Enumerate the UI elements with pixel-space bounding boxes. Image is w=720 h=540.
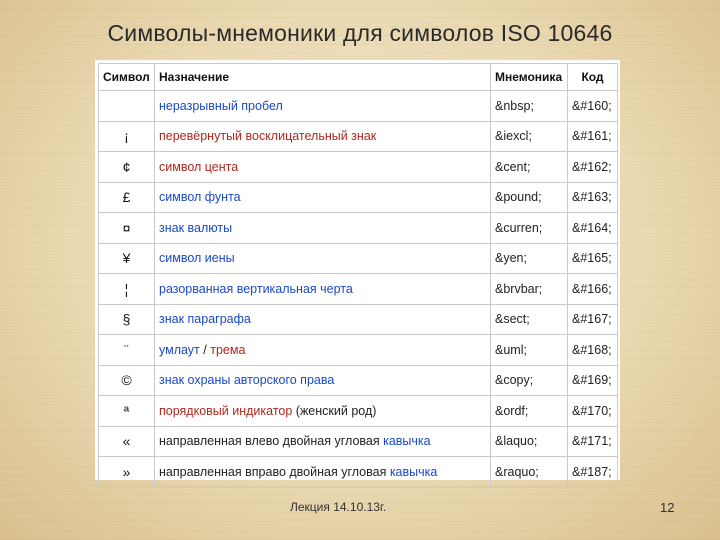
table-row: £ символ фунта &pound; &#163; xyxy=(98,181,618,213)
purpose-link[interactable]: символ иены xyxy=(159,251,235,265)
table-row: ¦ разорванная вертикальная черта &brvbar; &… xyxy=(98,273,618,305)
purpose-text: / xyxy=(199,342,211,357)
table-row: «направленная влево двойная угловая кавы… xyxy=(98,425,618,457)
purpose-link[interactable]: перевёрнутый восклицательный знак xyxy=(159,129,376,143)
cell-purpose: знак параграфа xyxy=(154,303,491,335)
cell-mnemonic: &brvbar; xyxy=(490,273,568,305)
cell-purpose: знак охраны авторского права xyxy=(154,364,491,396)
mnemonics-table-panel: Символ Назначение Мнемоника Код неразрыв… xyxy=(95,60,620,488)
cell-purpose: символ фунта xyxy=(154,181,491,213)
purpose-link[interactable]: разорванная вертикальная черта xyxy=(159,282,353,296)
cell-code: &#162; xyxy=(567,151,618,183)
cell-purpose: перевёрнутый восклицательный знак xyxy=(154,120,491,152)
cell-mnemonic: &laquo; xyxy=(490,425,568,457)
header-symbol: Символ xyxy=(98,63,155,91)
cell-code: &#171; xyxy=(567,425,618,457)
cell-mnemonic: &cent; xyxy=(490,151,568,183)
cell-symbol: ¦ xyxy=(98,273,155,305)
cell-mnemonic: &raquo; xyxy=(490,456,568,488)
purpose-link[interactable]: трема xyxy=(210,343,245,357)
cell-code: &#168; xyxy=(567,334,618,366)
cell-purpose: направленная вправо двойная угловая кавы… xyxy=(154,456,491,488)
cell-purpose: направленная влево двойная угловая кавыч… xyxy=(154,425,491,457)
cell-symbol: © xyxy=(98,364,155,396)
table-row: ¡ перевёрнутый восклицательный знак &iexcl… xyxy=(98,120,618,152)
purpose-text: направленная влево двойная угловая xyxy=(159,434,384,449)
cell-symbol xyxy=(98,90,155,122)
cell-code: &#163; xyxy=(567,181,618,213)
purpose-link[interactable]: порядковый индикатор xyxy=(159,404,292,418)
cell-symbol: ¨ xyxy=(98,334,155,366)
table-header-row: Символ Назначение Мнемоника Код xyxy=(98,63,618,91)
table-row: ¢ символ цента &cent; &#162; xyxy=(98,151,618,183)
cell-code: &#165; xyxy=(567,242,618,274)
table-row: неразрывный пробел &nbsp; &#160; xyxy=(98,90,618,122)
cell-purpose: знак валюты xyxy=(154,212,491,244)
cell-symbol: ¥ xyxy=(98,242,155,274)
purpose-link[interactable]: кавычка xyxy=(383,434,431,448)
purpose-link[interactable]: кавычка xyxy=(390,465,438,479)
cell-purpose: порядковый индикатор (женский род) xyxy=(154,395,491,427)
cell-symbol: « xyxy=(98,425,155,457)
cell-mnemonic: &uml; xyxy=(490,334,568,366)
purpose-link[interactable]: символ фунта xyxy=(159,190,241,204)
header-code: Код xyxy=(567,63,618,91)
cell-symbol: ¤ xyxy=(98,212,155,244)
table-row: § знак параграфа &sect; &#167; xyxy=(98,303,618,335)
purpose-link[interactable]: знак валюты xyxy=(159,221,232,235)
purpose-link[interactable]: знак охраны авторского права xyxy=(159,373,334,387)
cell-purpose: умлаут / трема xyxy=(154,334,491,366)
table-row: © знак охраны авторского права &copy; &#169… xyxy=(98,364,618,396)
cell-mnemonic: &sect; xyxy=(490,303,568,335)
mnemonics-table: Символ Назначение Мнемоника Код неразрыв… xyxy=(98,63,618,488)
cell-code: &#160; xyxy=(567,90,618,122)
table-row: ¨ умлаут / трема &uml; &#168; xyxy=(98,334,618,366)
page-number: 12 xyxy=(660,500,675,515)
cell-code: &#187; xyxy=(567,456,618,488)
purpose-text: направленная вправо двойная угловая xyxy=(159,464,390,479)
cell-mnemonic: &copy; xyxy=(490,364,568,396)
cell-purpose: неразрывный пробел xyxy=(154,90,491,122)
cell-symbol: § xyxy=(98,303,155,335)
purpose-link[interactable]: символ цента xyxy=(159,160,238,174)
cell-mnemonic: &iexcl; xyxy=(490,120,568,152)
purpose-link[interactable]: знак параграфа xyxy=(159,312,251,326)
cell-code: &#161; xyxy=(567,120,618,152)
cell-code: &#164; xyxy=(567,212,618,244)
slide-title: Символы-мнемоники для символов ISO 10646 xyxy=(107,20,613,46)
cell-symbol: £ xyxy=(98,181,155,213)
cell-purpose: разорванная вертикальная черта xyxy=(154,273,491,305)
table-row: » направленная вправо двойная угловая кав… xyxy=(98,456,618,488)
cell-code: &#170; xyxy=(567,395,618,427)
cell-code: &#166; xyxy=(567,273,618,305)
cell-purpose: символ цента xyxy=(154,151,491,183)
table-row: ¤ знак валюты &curren; &#164; xyxy=(98,212,618,244)
cell-code: &#167; xyxy=(567,303,618,335)
cell-mnemonic: &pound; xyxy=(490,181,568,213)
cell-mnemonic: &ordf; xyxy=(490,395,568,427)
cell-mnemonic: &nbsp; xyxy=(490,90,568,122)
cell-symbol: » xyxy=(98,456,155,488)
header-purpose: Назначение xyxy=(154,63,491,91)
purpose-text: (женский род) xyxy=(292,403,377,418)
cell-code: &#169; xyxy=(567,364,618,396)
cell-symbol: ª xyxy=(98,395,155,427)
table-row: ¥ символ иены &yen; &#165; xyxy=(98,242,618,274)
table-body: неразрывный пробел &nbsp; &#160; ¡ перевёрну… xyxy=(98,90,618,488)
cell-symbol: ¡ xyxy=(98,120,155,152)
cell-mnemonic: &curren; xyxy=(490,212,568,244)
table-row: ª порядковый индикатор (женский род) &ordf… xyxy=(98,395,618,427)
header-mnemonic: Мнемоника xyxy=(490,63,568,91)
cell-mnemonic: &yen; xyxy=(490,242,568,274)
footer-lecture-date: Лекция 14.10.13г. xyxy=(290,500,387,514)
purpose-link[interactable]: неразрывный пробел xyxy=(159,99,283,113)
cell-purpose: символ иены xyxy=(154,242,491,274)
purpose-link[interactable]: умлаут xyxy=(159,343,200,357)
cell-symbol: ¢ xyxy=(98,151,155,183)
